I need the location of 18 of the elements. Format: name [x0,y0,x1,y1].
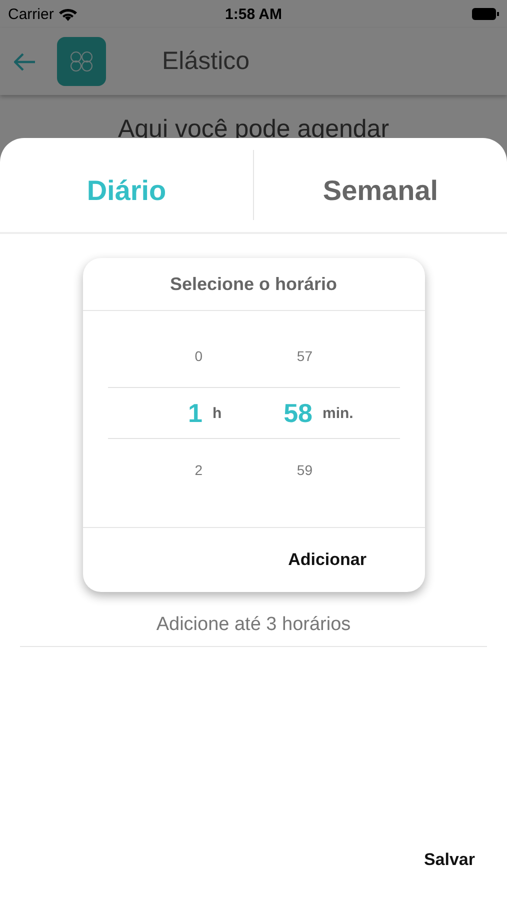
intro-text: Aqui você pode agendar [118,115,390,143]
minute-option[interactable]: 57 [296,348,312,364]
add-button[interactable]: Adicionar [286,548,368,572]
battery-icon [472,8,499,20]
carrier-label: Carrier [8,6,54,22]
picker-title: Selecione o horário [170,274,338,294]
save-button[interactable]: Salvar [422,848,477,872]
hour-option[interactable]: 0 [194,348,202,364]
minute-unit: min. [322,404,354,422]
hour-unit: h [212,404,223,422]
hint-text: Adicione até 3 horários [156,614,351,635]
hour-option[interactable]: 2 [194,462,202,478]
screen-title: Elástico [162,47,250,76]
status-time: 1:58 AM [225,6,282,22]
app-logo-icon [57,37,106,86]
back-arrow-icon[interactable] [14,52,36,70]
wifi-icon [58,8,77,20]
minute-option[interactable]: 59 [296,462,312,478]
